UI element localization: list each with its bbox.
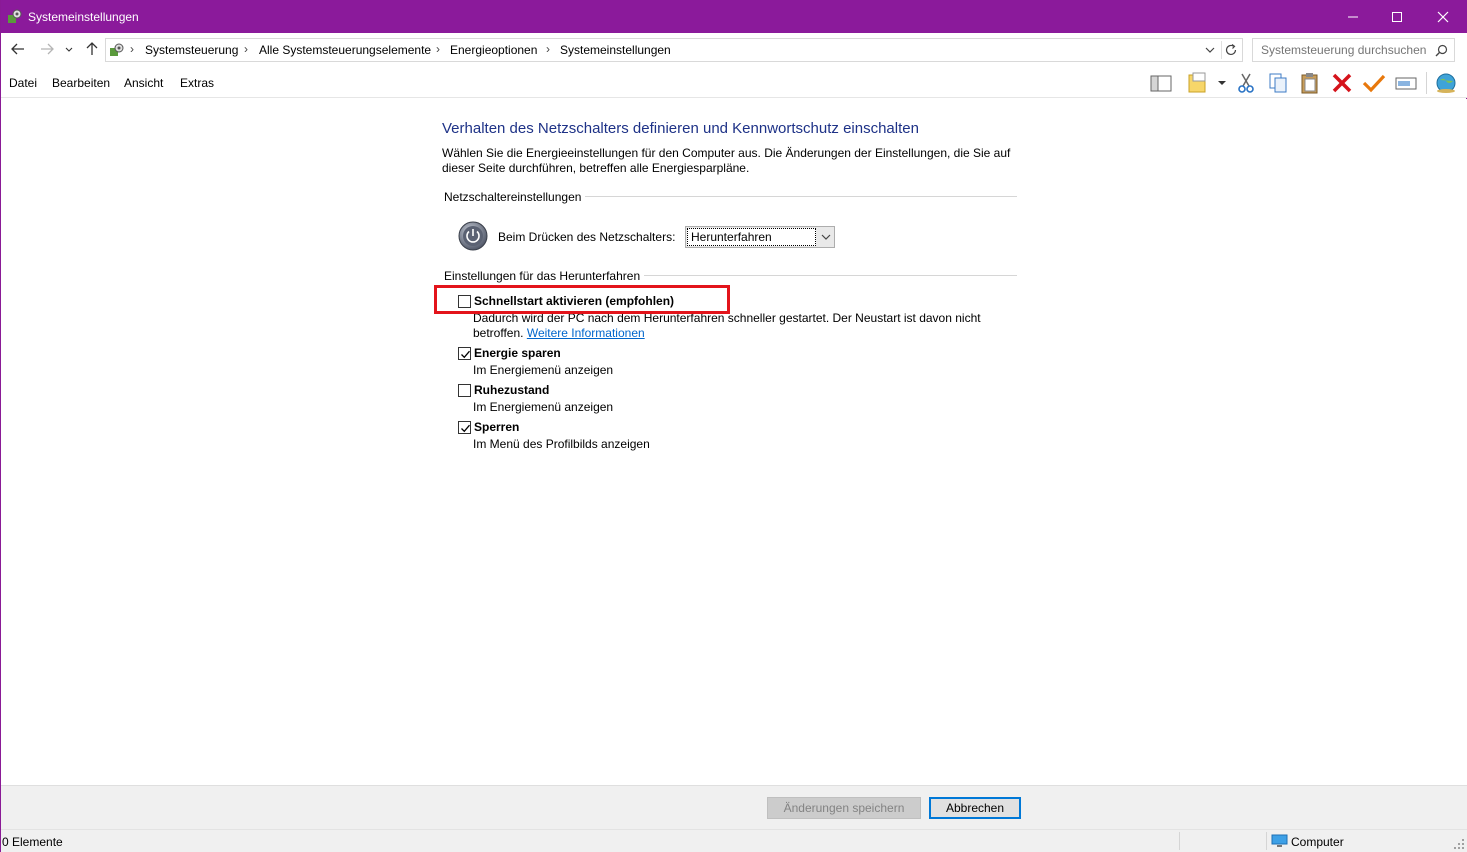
page-title: Verhalten des Netzschalters definieren u… [442,120,919,137]
forward-arrow-icon[interactable] [38,40,56,58]
minimize-icon [1348,16,1358,18]
control-panel-location-icon [110,43,124,56]
menu-bearbeiten[interactable]: Bearbeiten [52,76,110,90]
refresh-icon[interactable] [1225,43,1238,57]
globe-icon[interactable] [1434,72,1458,94]
status-divider [1266,832,1267,850]
hibernate-checkbox[interactable] [458,384,471,397]
lock-label[interactable]: Sperren [474,420,519,434]
address-box[interactable]: › Systemsteuerung › Alle Systemsteuerung… [105,38,1243,62]
search-input[interactable] [1259,42,1429,58]
save-changes-button[interactable]: Änderungen speichern [767,797,921,819]
close-button[interactable] [1420,0,1466,33]
breadcrumb-systemeinstellungen[interactable]: Systemeinstellungen [560,43,671,57]
hibernate-label[interactable]: Ruhezustand [474,383,549,397]
main-content: Verhalten des Netzschalters definieren u… [1,99,1467,785]
cancel-button[interactable]: Abbrechen [929,797,1021,819]
address-dropdown-chevron-icon[interactable] [1204,45,1216,55]
breadcrumb-separator-icon[interactable]: › [546,42,550,56]
menu-bar: Datei Bearbeiten Ansicht Extras [1,66,1467,98]
security-zone: Computer [1291,835,1344,849]
fast-startup-description: Dadurch wird der PC nach dem Herunterfah… [473,311,1013,341]
preview-pane-icon[interactable] [1149,72,1173,94]
power-button-action-select[interactable]: Herunterfahren [685,226,835,248]
back-arrow-icon[interactable] [9,40,27,58]
checkmark-icon[interactable] [1362,72,1386,94]
breadcrumb-separator-icon[interactable]: › [436,42,440,56]
window-title: Systemeinstellungen [28,10,139,24]
delete-icon[interactable] [1330,72,1354,94]
sleep-description: Im Energiemenü anzeigen [473,363,614,377]
computer-icon [1271,834,1288,847]
status-divider [1179,832,1180,850]
window: Systemeinstellungen › Systemsteuerung › … [0,0,1467,852]
sleep-label[interactable]: Energie sparen [474,346,561,360]
more-info-link[interactable]: Weitere Informationen [527,326,645,340]
breadcrumb-separator-icon[interactable]: › [130,42,134,56]
breadcrumb-alle-elemente[interactable]: Alle Systemsteuerungselemente [259,43,431,57]
breadcrumb-separator-icon[interactable]: › [244,42,248,56]
menu-ansicht[interactable]: Ansicht [124,76,163,90]
menu-extras[interactable]: Extras [180,76,214,90]
breadcrumb-systemsteuerung[interactable]: Systemsteuerung [145,43,238,57]
copy-icon[interactable] [1266,72,1290,94]
checkmark-icon [461,424,470,433]
lock-checkbox[interactable] [458,421,471,434]
minimize-button[interactable] [1330,0,1376,33]
power-button-action-value[interactable]: Herunterfahren [687,228,816,246]
maximize-button[interactable] [1374,0,1420,33]
new-folder-dropdown-icon[interactable] [1217,79,1227,87]
recent-chevron-down-icon[interactable] [63,40,75,58]
breadcrumb-energieoptionen[interactable]: Energieoptionen [450,43,537,57]
chevron-down-icon[interactable] [821,233,831,241]
resize-grip-icon[interactable] [1454,839,1464,849]
hibernate-description: Im Energiemenü anzeigen [473,400,614,414]
rename-icon[interactable] [1394,72,1418,94]
checkmark-icon [461,350,470,359]
power-button-icon [458,221,488,251]
control-panel-icon [8,9,22,23]
sleep-checkbox[interactable] [458,347,471,360]
new-folder-icon[interactable] [1186,72,1210,94]
close-icon [1437,11,1449,23]
cut-icon[interactable] [1234,72,1258,94]
search-box[interactable] [1252,38,1455,62]
maximize-icon [1392,12,1402,22]
title-bar: Systemeinstellungen [1,0,1467,33]
power-group-label: Netzschaltereinstellungen [444,190,586,204]
button-bar: Änderungen speichern Abbrechen [1,785,1467,829]
shutdown-group-label: Einstellungen für das Herunterfahren [444,269,645,283]
paste-icon[interactable] [1298,72,1322,94]
up-arrow-icon[interactable] [83,40,101,58]
fast-startup-highlight-box [434,285,730,314]
power-button-label: Beim Drücken des Netzschalters: [498,230,676,244]
item-count: 0 Elemente [2,835,63,849]
search-icon[interactable] [1435,44,1448,57]
status-bar: 0 Elemente Computer [1,829,1467,852]
menu-datei[interactable]: Datei [9,76,37,90]
address-divider [1221,41,1222,59]
address-bar-row: › Systemsteuerung › Alle Systemsteuerung… [1,33,1467,66]
toolbar-divider [1426,72,1427,94]
intro-text: Wählen Sie die Energieeinstellungen für … [442,146,1011,175]
lock-description: Im Menü des Profilbilds anzeigen [473,437,650,451]
